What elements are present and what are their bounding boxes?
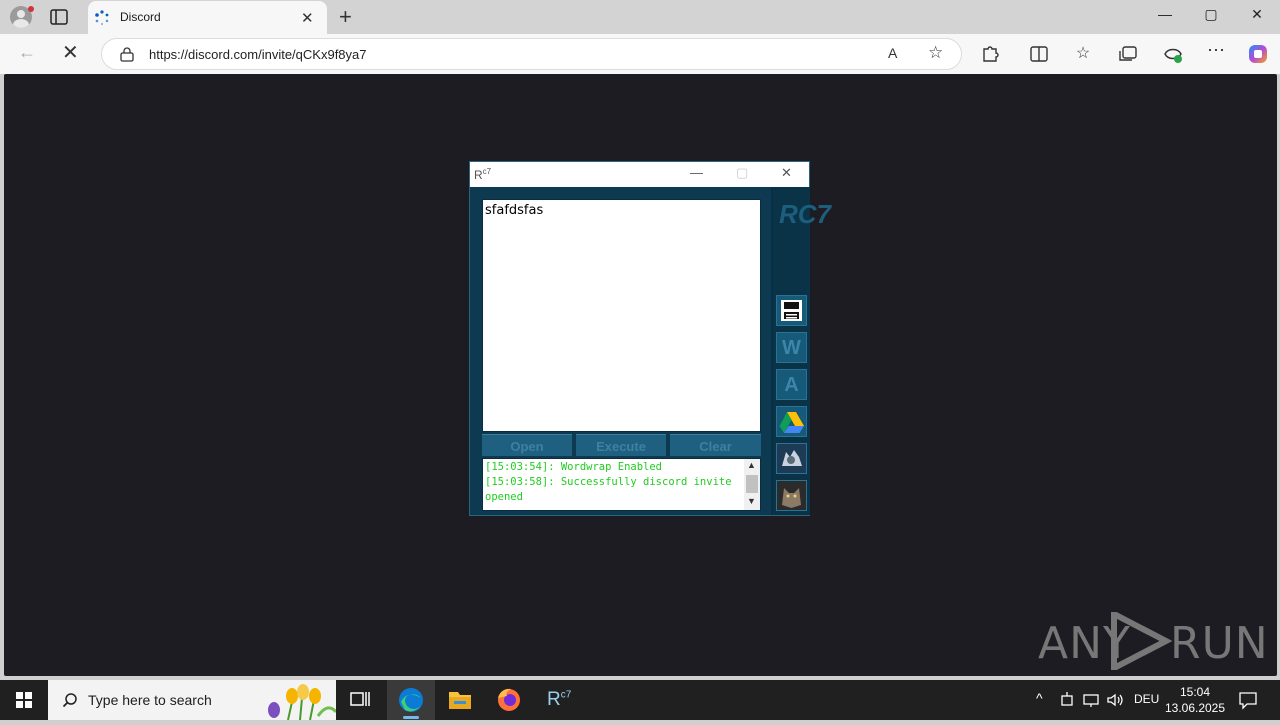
clear-button[interactable]: Clear <box>670 434 761 456</box>
network-icon[interactable] <box>1083 692 1099 708</box>
output-console[interactable]: [15:03:54]: Wordwrap Enabled [15:03:58]:… <box>482 458 761 511</box>
notification-center-icon[interactable] <box>1238 690 1258 710</box>
show-hidden-icons-chevron[interactable]: ^ <box>1036 690 1043 706</box>
scroll-up-icon[interactable]: ▲ <box>747 460 756 470</box>
browser-essentials-icon[interactable] <box>1162 44 1184 64</box>
autoexec-icon: A <box>784 374 799 396</box>
wolf-icon <box>777 444 806 473</box>
rc7-window: Rc7 — ▢ ✕ sfafdsfas Open Execute Clear [… <box>469 161 832 516</box>
clock-time: 15:04 <box>1179 685 1211 699</box>
play-logo-icon <box>1111 612 1172 670</box>
action-button-row: Open Execute Clear <box>482 434 761 456</box>
flowers-search-art <box>268 684 336 720</box>
network-drive-icon[interactable] <box>1060 692 1074 708</box>
search-placeholder: Type here to search <box>88 692 212 708</box>
taskbar-firefox[interactable] <box>485 680 533 720</box>
execute-button[interactable]: Execute <box>576 434 666 456</box>
taskbar-search-box[interactable]: Type here to search <box>48 680 336 720</box>
wolf-button-2[interactable] <box>776 480 807 511</box>
rc7-minimize-button[interactable]: — <box>690 165 703 180</box>
wolf-button-1[interactable] <box>776 443 807 474</box>
firefox-icon <box>498 688 520 711</box>
lock-icon[interactable] <box>120 47 134 62</box>
rc7-taskbar-icon: Rc7 <box>547 689 572 710</box>
split-screen-icon[interactable] <box>1029 45 1049 63</box>
scroll-thumb[interactable] <box>746 475 758 493</box>
task-view-icon <box>350 692 370 706</box>
tab-actions-icon[interactable] <box>50 9 68 25</box>
minimize-button[interactable]: — <box>1150 6 1180 22</box>
wordwrap-button[interactable]: W <box>776 332 807 363</box>
favorite-star-icon[interactable]: ☆ <box>928 43 943 63</box>
taskbar-edge[interactable] <box>387 680 435 720</box>
new-tab-button[interactable]: + <box>339 4 352 30</box>
tab-discord[interactable]: Discord ✕ <box>88 1 327 34</box>
close-window-button[interactable]: ✕ <box>1242 6 1272 23</box>
google-drive-button[interactable] <box>776 406 807 437</box>
console-scrollbar[interactable]: ▲ ▼ <box>744 459 760 510</box>
search-icon <box>62 693 77 708</box>
loading-icon <box>95 10 109 26</box>
rc7-close-button[interactable]: ✕ <box>781 165 792 181</box>
edge-icon <box>399 688 423 712</box>
anyrun-watermark: ANY RUN <box>1038 612 1268 670</box>
windows-start-icon[interactable] <box>0 680 48 720</box>
volume-icon[interactable] <box>1106 692 1124 708</box>
restore-button[interactable]: ▢ <box>1196 6 1226 23</box>
back-button[interactable]: ← <box>18 42 36 63</box>
google-drive-icon <box>779 412 804 433</box>
taskbar-clock[interactable]: 15:04 13.06.2025 <box>1162 684 1228 716</box>
console-line: [15:03:54]: Wordwrap Enabled <box>485 461 663 473</box>
address-bar[interactable]: https://discord.com/invite/qCKx9f8ya7 A … <box>101 38 962 70</box>
favorites-icon[interactable]: ☆ <box>1072 43 1094 63</box>
task-view-button[interactable] <box>336 680 384 720</box>
save-icon <box>781 300 802 321</box>
rc7-title-logo: Rc7 <box>474 167 492 182</box>
tab-title: Discord <box>120 10 161 24</box>
rc7-sidebar: RC7 W A <box>771 187 832 515</box>
save-button[interactable] <box>776 295 807 326</box>
profile-notification-dot <box>28 6 34 12</box>
rc7-title-bar[interactable]: Rc7 — ▢ ✕ <box>470 162 809 187</box>
close-tab-icon[interactable]: ✕ <box>301 9 314 27</box>
console-log: [15:03:54]: Wordwrap Enabled [15:03:58]:… <box>485 460 743 505</box>
browser-toolbar: ← ✕ https://discord.com/invite/qCKx9f8ya… <box>0 34 1280 74</box>
wordwrap-icon: W <box>782 337 801 359</box>
autoexec-button[interactable]: A <box>776 369 807 400</box>
watermark-text-right: RUN <box>1170 618 1269 669</box>
taskbar-file-explorer[interactable] <box>436 680 484 720</box>
more-options-icon[interactable]: ⋯ <box>1205 40 1227 61</box>
rc7-maximize-button: ▢ <box>736 165 749 180</box>
extensions-icon[interactable] <box>980 45 1000 63</box>
console-line: [15:03:58]: Successfully discord invite … <box>485 476 738 503</box>
clock-date: 13.06.2025 <box>1164 701 1226 715</box>
scroll-down-icon[interactable]: ▼ <box>747 496 756 506</box>
browser-tab-bar: Discord ✕ + — ▢ ✕ <box>0 0 1280 34</box>
stop-loading-button[interactable]: ✕ <box>62 40 79 65</box>
open-button[interactable]: Open <box>482 434 572 456</box>
collections-icon[interactable] <box>1118 45 1138 63</box>
folder-icon <box>449 692 471 709</box>
taskbar-rc7[interactable]: Rc7 <box>534 680 582 720</box>
windows-taskbar: Type here to search Rc7 ^ DEU 15:04 13.0… <box>0 680 1280 720</box>
url-text[interactable]: https://discord.com/invite/qCKx9f8ya7 <box>149 47 367 62</box>
rc7-brand-logo: RC7 <box>779 199 832 229</box>
wolf-icon <box>777 481 806 510</box>
language-indicator[interactable]: DEU <box>1134 692 1159 706</box>
read-aloud-icon[interactable]: A <box>888 45 897 61</box>
copilot-icon[interactable] <box>1247 43 1269 65</box>
script-editor[interactable]: sfafdsfas <box>482 199 761 432</box>
